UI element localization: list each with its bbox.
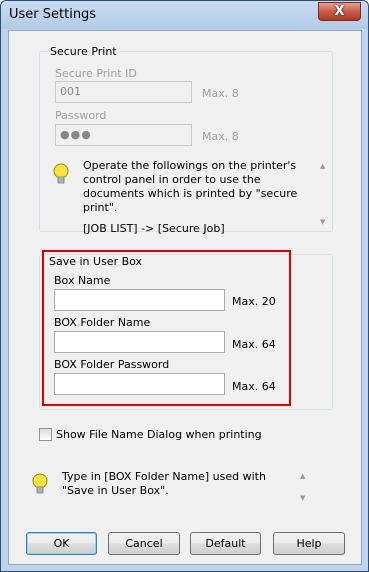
folder-password-label: BOX Folder Password: [54, 358, 170, 371]
user-settings-window: User Settings X Secure Print Secure Prin…: [0, 0, 369, 572]
ok-button[interactable]: OK: [26, 532, 97, 555]
user-box-legend: Save in User Box: [47, 255, 145, 268]
secure-print-legend: Secure Print: [48, 45, 119, 58]
help-button[interactable]: Help: [273, 532, 345, 555]
folder-password-field[interactable]: [54, 373, 225, 395]
folder-password-max: Max. 64: [232, 380, 276, 393]
secure-print-info: Operate the followings on the printer's …: [83, 159, 305, 236]
password-label: Password: [55, 109, 107, 122]
password-max: Max. 8: [202, 130, 239, 143]
window-title: User Settings: [9, 7, 97, 22]
secure-print-info-line1: Operate the followings on the printer's …: [83, 159, 298, 214]
secure-print-id-max: Max. 8: [202, 87, 239, 100]
show-file-name-label[interactable]: Show File Name Dialog when printing: [56, 428, 262, 441]
secure-print-id-field[interactable]: 001: [55, 81, 192, 103]
close-icon: X: [334, 4, 345, 19]
secure-print-id-label: Secure Print ID: [55, 67, 137, 80]
help-info-scrollbar[interactable]: ▲ ▼: [300, 472, 310, 502]
close-button[interactable]: X: [318, 2, 361, 21]
folder-name-max: Max. 64: [232, 338, 276, 351]
box-name-field[interactable]: [54, 289, 225, 311]
box-name-max: Max. 20: [232, 295, 276, 308]
scroll-down-arrow-icon[interactable]: ▼: [300, 494, 305, 502]
title-bar[interactable]: User Settings X: [1, 1, 368, 29]
help-info-text: Type in [BOX Folder Name] used with "Sav…: [62, 470, 266, 497]
cancel-button[interactable]: Cancel: [108, 532, 180, 555]
scroll-up-arrow-icon[interactable]: ▲: [320, 162, 325, 170]
lightbulb-icon: [32, 473, 48, 494]
dialog-client-area: Secure Print Secure Print ID 001 Max. 8 …: [8, 30, 362, 565]
folder-name-label: BOX Folder Name: [54, 316, 151, 329]
secure-print-info-line2: [JOB LIST] -> [Secure Job]: [83, 222, 225, 235]
show-file-name-checkbox[interactable]: [39, 428, 52, 441]
box-name-label: Box Name: [54, 274, 111, 287]
secure-print-info-scrollbar[interactable]: ▲ ▼: [320, 162, 330, 226]
default-button[interactable]: Default: [190, 532, 261, 555]
scroll-up-arrow-icon[interactable]: ▲: [300, 472, 305, 480]
password-field[interactable]: ●●●: [55, 124, 192, 146]
scroll-down-arrow-icon[interactable]: ▼: [320, 218, 325, 226]
folder-name-field[interactable]: [54, 331, 225, 353]
secure-print-group: Secure Print Secure Print ID 001 Max. 8 …: [39, 45, 333, 235]
lightbulb-icon: [53, 163, 69, 184]
